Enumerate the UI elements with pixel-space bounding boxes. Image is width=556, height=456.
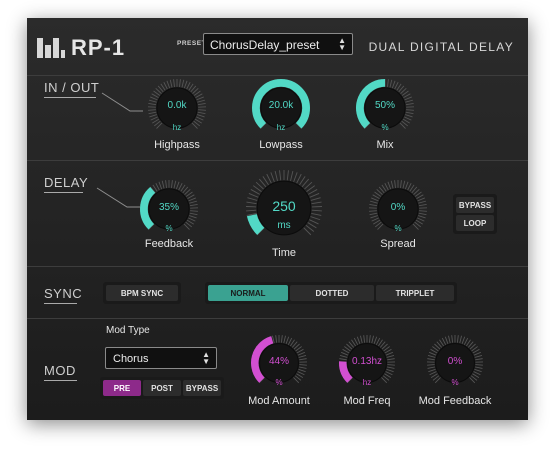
mod-freq-value: 0.13hz	[351, 356, 383, 367]
time-value: 250	[272, 198, 296, 214]
mod-freq-knob[interactable]: 0.13hz hz Mod Freq	[338, 334, 396, 407]
lowpass-unit: hz	[276, 123, 286, 132]
mod-bypass-button[interactable]: BYPASS	[183, 380, 221, 396]
mod-routing-group: PRE POST BYPASS	[100, 377, 224, 399]
section-label-in-out: IN / OUT	[44, 80, 99, 98]
lowpass-knob[interactable]: 20.0k hz Lowpass	[251, 78, 311, 151]
time-unit: ms	[277, 220, 291, 231]
feedback-value: 35%	[158, 202, 179, 213]
mix-knob[interactable]: 50% % Mix	[355, 78, 415, 151]
updown-arrows-icon: ▲ ▼	[202, 350, 210, 366]
sync-tripplet-button[interactable]: TRIPPLET	[376, 285, 454, 301]
spread-knob[interactable]: 0% % Spread	[368, 179, 428, 250]
mod-type-label: Mod Type	[106, 325, 150, 336]
lowpass-value: 20.0k	[268, 100, 294, 111]
mod-amount-unit: %	[275, 378, 283, 387]
mod-post-button[interactable]: POST	[143, 380, 181, 396]
mod-feedback-value: 0%	[447, 356, 463, 367]
section-label-mod: MOD	[44, 363, 77, 381]
mix-unit: %	[381, 123, 389, 132]
feedback-knob[interactable]: 35% % Feedback	[139, 179, 199, 250]
plugin-window: RP-1 PRESET ChorusDelay_preset ▲ ▼ DUAL D…	[27, 18, 528, 420]
bpm-sync-button[interactable]: BPM SYNC	[106, 285, 178, 301]
delay-bypass-button[interactable]: BYPASS	[456, 197, 494, 213]
mod-freq-unit: hz	[362, 378, 372, 387]
sync-normal-button[interactable]: NORMAL	[208, 285, 288, 301]
lowpass-label: Lowpass	[259, 139, 303, 151]
feedback-label: Feedback	[144, 238, 194, 250]
sync-dotted-button[interactable]: DOTTED	[290, 285, 374, 301]
section-label-sync: SYNC	[44, 286, 82, 304]
time-knob[interactable]: 250 ms Time	[245, 169, 323, 259]
mod-amount-knob[interactable]: 44% % Mod Amount	[248, 334, 310, 407]
section-label-delay: DELAY	[44, 175, 88, 193]
sync-mode-group: NORMAL DOTTED TRIPPLET	[205, 282, 457, 304]
delay-mode-buttons: BYPASS LOOP	[453, 194, 497, 234]
mod-amount-label: Mod Amount	[248, 395, 310, 407]
feedback-unit: %	[165, 224, 173, 233]
delay-loop-button[interactable]: LOOP	[456, 215, 494, 231]
mod-feedback-unit: %	[451, 378, 459, 387]
highpass-value: 0.0k	[167, 100, 187, 111]
mod-type-value: Chorus	[113, 353, 149, 365]
mod-freq-label: Mod Freq	[343, 395, 391, 407]
time-label: Time	[271, 247, 297, 259]
mix-value: 50%	[374, 100, 395, 111]
mod-pre-button[interactable]: PRE	[103, 380, 141, 396]
highpass-knob[interactable]: 0.0k hz Highpass	[147, 78, 207, 151]
highpass-unit: hz	[172, 123, 182, 132]
bpm-sync-group: BPM SYNC	[103, 282, 181, 304]
mod-type-select[interactable]: Chorus ▲ ▼	[105, 347, 217, 369]
spread-value: 0%	[390, 202, 406, 213]
highpass-label: Highpass	[154, 139, 200, 151]
spread-label: Spread	[380, 238, 416, 250]
mix-label: Mix	[376, 139, 394, 151]
spread-unit: %	[394, 224, 402, 233]
mod-feedback-label: Mod Feedback	[418, 395, 492, 407]
mod-feedback-knob[interactable]: 0% % Mod Feedback	[419, 334, 491, 407]
mod-amount-value: 44%	[268, 356, 289, 367]
